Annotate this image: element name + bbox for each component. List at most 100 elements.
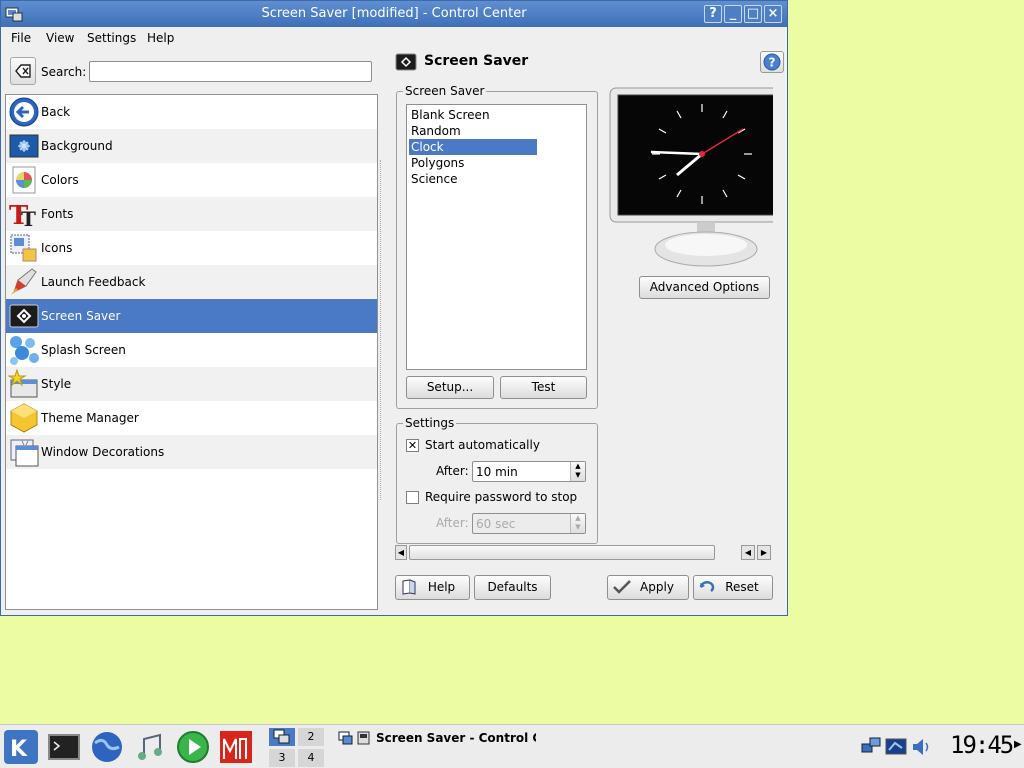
spin-arrows[interactable]: ▲ ▼: [570, 462, 585, 481]
theme-icon: [10, 403, 38, 433]
volume-icon[interactable]: [910, 736, 932, 758]
network-icon[interactable]: [860, 736, 882, 758]
advanced-options-button[interactable]: Advanced Options: [639, 276, 770, 299]
module-item-theme-manager[interactable]: Theme Manager: [6, 401, 377, 435]
scroll-left-button[interactable]: ◀: [395, 545, 407, 560]
back-arrow-icon: [9, 97, 39, 127]
desktop-3[interactable]: 3: [268, 748, 296, 768]
module-label: Fonts: [41, 207, 74, 221]
screensaver-option-clock[interactable]: Clock: [409, 139, 537, 155]
after-password-label: After:: [436, 516, 469, 530]
module-item-style[interactable]: Style: [6, 367, 377, 401]
desktop-4[interactable]: 4: [297, 748, 325, 768]
menu-settings[interactable]: Settings: [87, 31, 136, 45]
help-icon: ?: [763, 53, 781, 71]
module-item-fonts[interactable]: T T Fonts: [6, 197, 377, 231]
module-item-background[interactable]: Background: [6, 129, 377, 163]
clear-search-button[interactable]: [10, 57, 36, 85]
module-label: Icons: [41, 241, 73, 255]
module-item-back[interactable]: Back: [6, 95, 377, 129]
checkmark-icon: [613, 580, 631, 594]
taskbar-task-control-center[interactable]: Screen Saver - Control Ce: [336, 728, 536, 750]
context-help-button[interactable]: ?: [704, 5, 722, 23]
module-item-screen-saver[interactable]: Screen Saver: [6, 299, 377, 333]
display-settings-icon[interactable]: [885, 736, 907, 758]
search-input[interactable]: [89, 61, 372, 82]
module-label: Splash Screen: [41, 343, 126, 357]
window-title: Screen Saver [modified] - Control Center: [261, 6, 527, 21]
module-item-launch-feedback[interactable]: Launch Feedback: [6, 265, 377, 299]
scroll-left-button-2[interactable]: ◀: [741, 545, 755, 560]
setup-button[interactable]: Setup...: [406, 376, 494, 399]
module-item-colors[interactable]: Colors: [6, 163, 377, 197]
document-app-icon[interactable]: [218, 729, 254, 765]
screensaver-option-blank[interactable]: Blank Screen: [409, 107, 537, 123]
control-center-task-icon: [338, 731, 370, 745]
module-label: Style: [41, 377, 72, 391]
scroll-right-button[interactable]: ▶: [757, 545, 771, 560]
spinbox-value: 10 min: [476, 465, 518, 479]
start-automatically-label: Start automatically: [425, 438, 540, 452]
background-icon: [9, 134, 39, 158]
svg-text:T: T: [21, 207, 36, 230]
screensaver-option-science[interactable]: Science: [409, 171, 537, 187]
require-password-label: Require password to stop: [425, 490, 578, 504]
kde-menu-icon[interactable]: K: [3, 729, 39, 765]
window-decorations-icon: [10, 439, 39, 467]
title-bar[interactable]: Screen Saver [modified] - Control Center…: [1, 1, 787, 27]
media-player-icon[interactable]: [175, 729, 211, 765]
module-label: Launch Feedback: [41, 275, 146, 289]
start-automatically-checkbox[interactable]: ✕: [406, 439, 419, 452]
menu-view[interactable]: View: [46, 31, 74, 45]
module-label: Colors: [41, 173, 79, 187]
timeout-spinbox[interactable]: 10 min ▲ ▼: [472, 461, 586, 482]
reset-arrow-icon: [699, 581, 715, 592]
search-label: Search:: [41, 65, 87, 79]
defaults-button[interactable]: Defaults: [474, 575, 551, 600]
clear-text-icon: [15, 64, 31, 78]
group-title: Screen Saver: [403, 84, 487, 98]
menu-bar: File View Settings Help: [1, 27, 787, 49]
desktop-pager: 2 3 4: [268, 727, 326, 768]
module-label: Screen Saver: [41, 309, 121, 323]
module-list: Back Background Colors T T Fonts Icons L…: [5, 94, 378, 610]
whats-this-button[interactable]: ?: [760, 51, 784, 73]
task-label: Screen Saver - Control Ce: [376, 731, 536, 745]
screensaver-option-random[interactable]: Random: [409, 123, 537, 139]
screensaver-list: Blank Screen Random Clock Polygons Scien…: [406, 104, 587, 370]
module-item-window-decorations[interactable]: Window Decorations: [6, 435, 377, 469]
icons-icon: [10, 234, 37, 262]
splash-icon: [10, 336, 39, 365]
menu-help[interactable]: Help: [147, 31, 174, 45]
module-label: Back: [41, 105, 71, 119]
spin-arrows: ▲ ▼: [570, 514, 585, 533]
group-title: Settings: [403, 416, 457, 430]
password-delay-spinbox: 60 sec ▲ ▼: [472, 513, 586, 534]
module-item-icons[interactable]: Icons: [6, 231, 377, 265]
menu-file[interactable]: File: [11, 31, 31, 45]
horizontal-scrollbar[interactable]: ◀ ◀ ▶: [395, 545, 773, 560]
module-label: Background: [41, 139, 113, 153]
desktop-2[interactable]: 2: [297, 727, 325, 747]
require-password-checkbox[interactable]: [406, 491, 419, 504]
taskbar: K 2 3 4 Screen Saver - Control Ce 19:45 …: [0, 724, 1024, 768]
screensaver-option-polygons[interactable]: Polygons: [409, 155, 537, 171]
pane-splitter[interactable]: [380, 160, 383, 500]
terminal-icon[interactable]: [46, 729, 82, 765]
panel-expand-arrow-icon[interactable]: ▶: [1014, 739, 1022, 750]
screensaver-preview: [609, 87, 773, 267]
fonts-icon: T T: [9, 201, 36, 230]
close-button[interactable]: ×: [764, 5, 782, 23]
web-browser-icon[interactable]: [89, 729, 125, 765]
page-title: Screen Saver: [424, 53, 529, 69]
scroll-thumb[interactable]: [409, 545, 715, 560]
maximize-button[interactable]: □: [744, 5, 762, 23]
help-button-label: Help: [427, 580, 456, 594]
screensaver-header-icon: [395, 53, 417, 71]
minimize-button[interactable]: _: [724, 5, 742, 23]
taskbar-clock[interactable]: 19:45: [950, 731, 1014, 759]
music-player-icon[interactable]: [132, 729, 168, 765]
desktop-1[interactable]: [268, 727, 296, 747]
module-item-splash-screen[interactable]: Splash Screen: [6, 333, 377, 367]
test-button[interactable]: Test: [500, 376, 587, 399]
